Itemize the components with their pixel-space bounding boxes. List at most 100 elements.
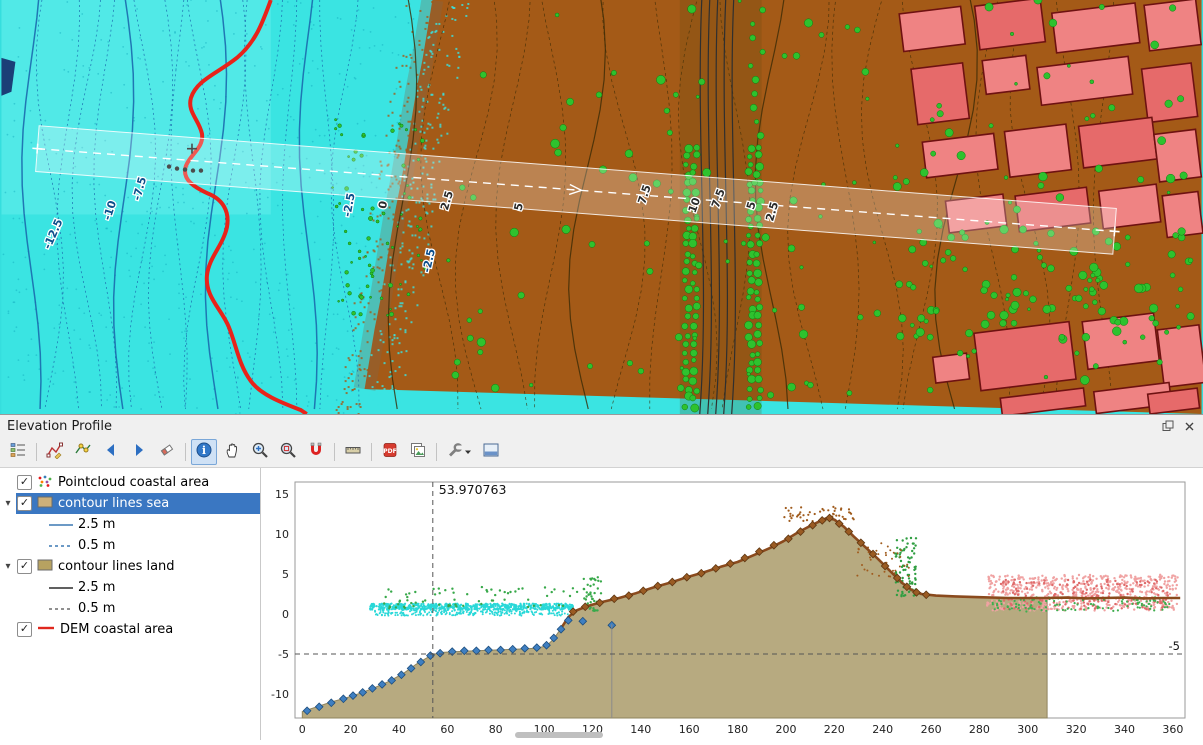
dock-elevation-profile-button[interactable] (478, 439, 504, 465)
zoom-in-icon (251, 441, 269, 463)
pdf-icon: PDF (381, 441, 399, 463)
identify-features-button[interactable]: i (191, 439, 217, 465)
x-tick-label: 200 (776, 723, 797, 736)
layer-item-contour-lines-land[interactable]: ▾✓ contour lines land (0, 556, 260, 577)
float-panel-icon[interactable] (1161, 419, 1175, 433)
pan-icon (223, 441, 241, 463)
x-tick-label: 140 (630, 723, 651, 736)
y-tick-label: -10 (271, 688, 289, 701)
toolbar-separator (185, 443, 186, 461)
x-tick-label: 320 (1066, 723, 1087, 736)
layer-subitem-2-5-m[interactable]: 2.5 m (0, 577, 260, 598)
expand-arrow-icon[interactable]: ▾ (0, 561, 16, 572)
x-tick-label: 80 (489, 723, 503, 736)
y-tick-label: 0 (282, 608, 289, 621)
enable-snapping-button[interactable] (303, 439, 329, 465)
zoom-full-icon (279, 441, 297, 463)
y-tick-label: 10 (275, 528, 289, 541)
symbol-swatch (48, 541, 78, 551)
symbol-label: 2.5 m (78, 517, 115, 532)
symbol-label: 0.5 m (78, 601, 115, 616)
export-as-pdf-button[interactable]: PDF (377, 439, 403, 465)
dock-icon (482, 441, 500, 463)
options-button[interactable] (442, 439, 476, 465)
layer-subitem-0-5-m[interactable]: 0.5 m (0, 535, 260, 556)
x-tick-label: 180 (727, 723, 748, 736)
close-panel-icon[interactable] (1182, 419, 1196, 433)
clear-icon (158, 441, 176, 463)
x-tick-label: 280 (969, 723, 990, 736)
layer-tree: ✓Pointcloud coastal area▾✓contour lines … (0, 468, 261, 740)
layer-label: Pointcloud coastal area (58, 475, 209, 490)
symbol-label: 0.5 m (78, 538, 115, 553)
toolbar-separator (371, 443, 372, 461)
x-tick-label: 40 (392, 723, 406, 736)
layer-label: contour lines sea (58, 496, 169, 511)
x-tick-label: 60 (440, 723, 454, 736)
crosshair-y-label: -5 (1169, 639, 1180, 653)
capture-curve-from-feature-button[interactable] (70, 439, 96, 465)
layer-item-pointcloud-coastal-area[interactable]: ✓ Pointcloud coastal area (0, 472, 260, 493)
chart-area[interactable]: 53.970763-5151050-5-10020406080100120140… (261, 468, 1203, 740)
layer-checkbox[interactable]: ✓ (17, 475, 32, 490)
toggle-layer-tree-button[interactable] (5, 439, 31, 465)
arrow-right-icon (130, 441, 148, 463)
y-tick-label: -5 (278, 648, 289, 661)
layer-item-dem-coastal-area[interactable]: ✓ DEM coastal area (0, 619, 260, 640)
x-tick-label: 260 (921, 723, 942, 736)
image-export-icon (409, 441, 427, 463)
line-swatch-icon (37, 622, 55, 637)
layer-subitem-2-5-m[interactable]: 2.5 m (0, 514, 260, 535)
nudge-right-button[interactable] (126, 439, 152, 465)
layer-item-contour-lines-sea[interactable]: ▾✓ contour lines sea (0, 493, 260, 514)
clear-profile-button[interactable] (154, 439, 180, 465)
x-tick-label: 20 (344, 723, 358, 736)
x-tick-label: 220 (824, 723, 845, 736)
pointcloud-icon (37, 474, 53, 492)
capture-curve-icon (46, 441, 64, 463)
panel-title: Elevation Profile (7, 419, 112, 434)
y-tick-label: 15 (275, 488, 289, 501)
layer-color-patch (37, 559, 53, 575)
map-view[interactable]: -12.5-10-7.5-2.5-2.502.557.5107.552.5 (0, 0, 1203, 415)
export-as-image-button[interactable] (405, 439, 431, 465)
settings-icon (446, 441, 464, 463)
layer-checkbox[interactable]: ✓ (17, 496, 32, 511)
y-tick-label: 5 (282, 568, 289, 581)
panel-titlebar: Elevation Profile (0, 415, 1203, 437)
layer-subitem-0-5-m[interactable]: 0.5 m (0, 598, 260, 619)
x-tick-label: 360 (1162, 723, 1183, 736)
layer-checkbox[interactable]: ✓ (17, 622, 32, 637)
expand-arrow-icon[interactable]: ▾ (0, 498, 16, 509)
zoom-in-button[interactable] (247, 439, 273, 465)
symbol-swatch (48, 520, 78, 530)
layer-checkbox[interactable]: ✓ (17, 559, 32, 574)
layer-color-patch (37, 496, 53, 512)
profile-chart[interactable]: 53.970763-5151050-5-10020406080100120140… (261, 468, 1202, 741)
nudge-left-button[interactable] (98, 439, 124, 465)
horizontal-scrollbar[interactable] (515, 732, 603, 738)
crosshair-x-readout: 53.970763 (439, 482, 507, 497)
profile-toolbar: i PDF (0, 437, 1203, 468)
capture-feature-icon (74, 441, 92, 463)
layer-label: DEM coastal area (60, 622, 173, 637)
layer-tree-icon (9, 441, 27, 463)
zoom-full-button[interactable] (275, 439, 301, 465)
toolbar-separator (36, 443, 37, 461)
arrow-left-icon (102, 441, 120, 463)
x-tick-label: 240 (872, 723, 893, 736)
symbol-label: 2.5 m (78, 580, 115, 595)
identify-icon: i (195, 441, 213, 463)
pan-profile-button[interactable] (219, 439, 245, 465)
x-tick-label: 300 (1017, 723, 1038, 736)
capture-curve-button[interactable] (42, 439, 68, 465)
measure-distances-button[interactable] (340, 439, 366, 465)
chevron-down-icon (464, 448, 472, 456)
map-canvas[interactable]: -12.5-10-7.5-2.5-2.502.557.5107.552.5 (0, 0, 1203, 414)
x-tick-label: 0 (299, 723, 306, 736)
toolbar-separator (436, 443, 437, 461)
svg-text:PDF: PDF (383, 448, 396, 455)
toolbar-separator (334, 443, 335, 461)
layer-label: contour lines land (58, 559, 175, 574)
symbol-swatch (48, 583, 78, 593)
